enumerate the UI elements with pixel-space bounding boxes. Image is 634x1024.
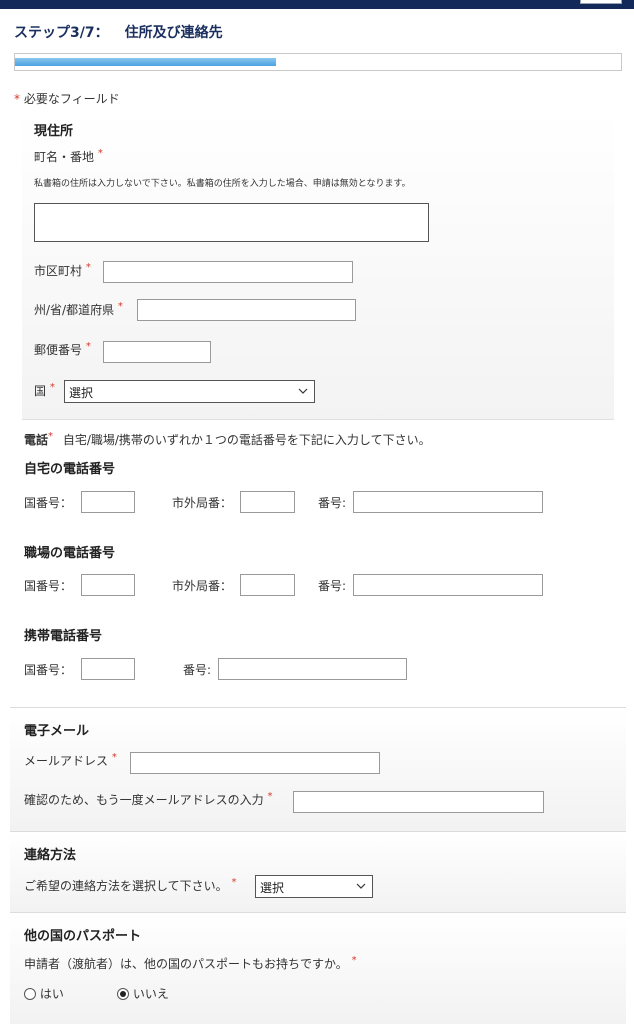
email-confirm-input[interactable] (293, 791, 544, 813)
email-label-row: メールアドレス * (24, 752, 117, 768)
street-label-row: 町名・番地 * (34, 148, 103, 165)
work-number-input[interactable] (353, 574, 543, 596)
passport-yes-radio[interactable] (24, 988, 36, 1000)
home-phone-heading: 自宅の電話番号 (24, 462, 116, 477)
required-note-text: 必要なフィールド (23, 92, 120, 106)
state-label-row: 州/省/都道府県 * (34, 301, 123, 317)
home-area-code-label: 市外局番： (172, 496, 233, 510)
street-label: 町名・番地 (34, 150, 95, 164)
work-country-code-input[interactable] (81, 574, 135, 596)
state-input[interactable] (137, 299, 356, 321)
work-country-code-label: 国番号： (24, 579, 73, 593)
home-number-input[interactable] (353, 491, 543, 513)
postal-label-row: 郵便番号 * (34, 341, 91, 357)
phone-note-row: 電話* 自宅/職場/携帯のいずれか１つの電話番号を下記に入力して下さい。 (24, 431, 431, 447)
email-confirm-label: 確認のため、もう一度メールアドレスの入力 (24, 793, 264, 807)
country-label: 国 (34, 384, 47, 398)
mobile-number-label: 番号: (183, 663, 212, 677)
passport-question-row: 申請者（渡航者）は、他の国のパスポートもお持ちですか。 * (24, 955, 357, 971)
contact-method-value: 選択 (260, 881, 285, 895)
postal-label: 郵便番号 (34, 343, 83, 357)
street-input[interactable] (34, 203, 429, 242)
contact-prompt: ご希望の連絡方法を選択して下さい。 (24, 879, 228, 893)
passport-yes-label: はい (39, 987, 64, 1001)
chevron-down-icon (356, 883, 366, 889)
page-title: ステップ3/7： 住所及び連絡先 (14, 22, 223, 42)
postal-input[interactable] (103, 341, 211, 363)
passport-question: 申請者（渡航者）は、他の国のパスポートもお持ちですか。 (24, 957, 348, 971)
passport-no-option[interactable]: いいえ (117, 985, 169, 1002)
work-area-code-input[interactable] (240, 574, 295, 596)
step-title-text: 住所及び連絡先 (124, 25, 223, 41)
passport-heading: 他の国のパスポート (24, 929, 142, 944)
home-number-label: 番号: (318, 496, 347, 510)
passport-no-radio[interactable] (117, 988, 129, 1000)
country-label-row: 国 * (34, 382, 55, 398)
email-label: メールアドレス (24, 754, 109, 768)
work-area-code-label: 市外局番： (172, 579, 233, 593)
mobile-country-code-label: 国番号： (24, 663, 73, 677)
home-area-code-input[interactable] (240, 491, 295, 513)
passport-no-label: いいえ (132, 987, 169, 1001)
mobile-phone-heading: 携帯電話番号 (24, 629, 103, 644)
contact-method-select[interactable]: 選択 (255, 875, 373, 898)
home-country-code-label: 国番号： (24, 496, 73, 510)
required-asterisk: * (14, 92, 20, 106)
top-bar (0, 0, 634, 9)
step-label: ステップ3/7： (14, 25, 109, 41)
progress-fill (15, 58, 276, 66)
phone-note: 自宅/職場/携帯のいずれか１つの電話番号を下記に入力して下さい。 (62, 433, 431, 447)
email-confirm-label-row: 確認のため、もう一度メールアドレスの入力 * (24, 791, 273, 807)
home-country-code-input[interactable] (81, 491, 135, 513)
contact-prompt-row: ご希望の連絡方法を選択して下さい。 * (24, 877, 237, 893)
city-input[interactable] (103, 261, 353, 283)
email-heading: 電子メール (24, 724, 90, 739)
work-number-label: 番号: (318, 579, 347, 593)
state-label: 州/省/都道府県 (34, 303, 115, 317)
progress-bar (14, 53, 622, 71)
country-select-value: 選択 (69, 386, 94, 400)
required-note: * 必要なフィールド (14, 90, 120, 107)
chevron-down-icon (298, 388, 308, 394)
work-phone-heading: 職場の電話番号 (24, 546, 116, 561)
contact-heading: 連絡方法 (24, 848, 77, 863)
phone-label: 電話 (24, 433, 49, 447)
mobile-country-code-input[interactable] (81, 658, 135, 680)
address-heading: 現住所 (34, 124, 74, 139)
email-input[interactable] (130, 752, 380, 774)
passport-yes-option[interactable]: はい (24, 985, 64, 1002)
top-bar-button[interactable] (580, 0, 622, 4)
contact-section (10, 831, 626, 912)
city-label: 市区町村 (34, 264, 83, 278)
country-select[interactable]: 選択 (64, 380, 315, 403)
street-note: 私書箱の住所は入力しないで下さい。私書箱の住所を入力した場合、申請は無効となりま… (34, 179, 411, 189)
required-asterisk: * (97, 148, 103, 159)
mobile-number-input[interactable] (218, 658, 407, 680)
city-label-row: 市区町村 * (34, 262, 91, 278)
